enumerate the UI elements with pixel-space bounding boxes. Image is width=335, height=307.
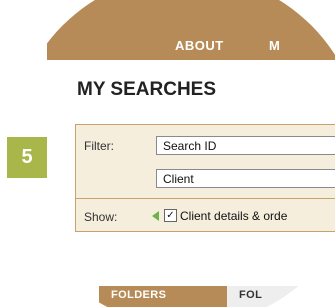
page-title: MY SEARCHES: [77, 79, 217, 100]
magnified-view: ABOUT M MY SEARCHES Filter: Search ID Cl…: [47, 0, 335, 307]
step-badge: 5: [7, 137, 47, 178]
folder-tabs: FOLDERS FOL: [47, 286, 335, 307]
top-navigation-bar: ABOUT M: [47, 0, 335, 60]
filter-panel: Filter: Search ID Client Show: ✓ Client …: [75, 124, 335, 232]
client-details-checkbox[interactable]: ✓: [164, 209, 177, 222]
client-details-label: Client details & orde: [180, 209, 288, 223]
tab-fol-label: FOL: [239, 289, 263, 301]
search-id-field[interactable]: Search ID: [156, 136, 335, 155]
show-label: Show:: [84, 210, 118, 224]
client-field[interactable]: Client: [156, 169, 335, 188]
panel-divider: [76, 198, 335, 199]
expand-arrow-icon[interactable]: [152, 211, 159, 221]
filter-label: Filter:: [84, 139, 114, 153]
nav-item-my[interactable]: M: [269, 38, 280, 53]
nav-item-about[interactable]: ABOUT: [175, 38, 224, 53]
tab-folders-label: FOLDERS: [111, 289, 167, 301]
